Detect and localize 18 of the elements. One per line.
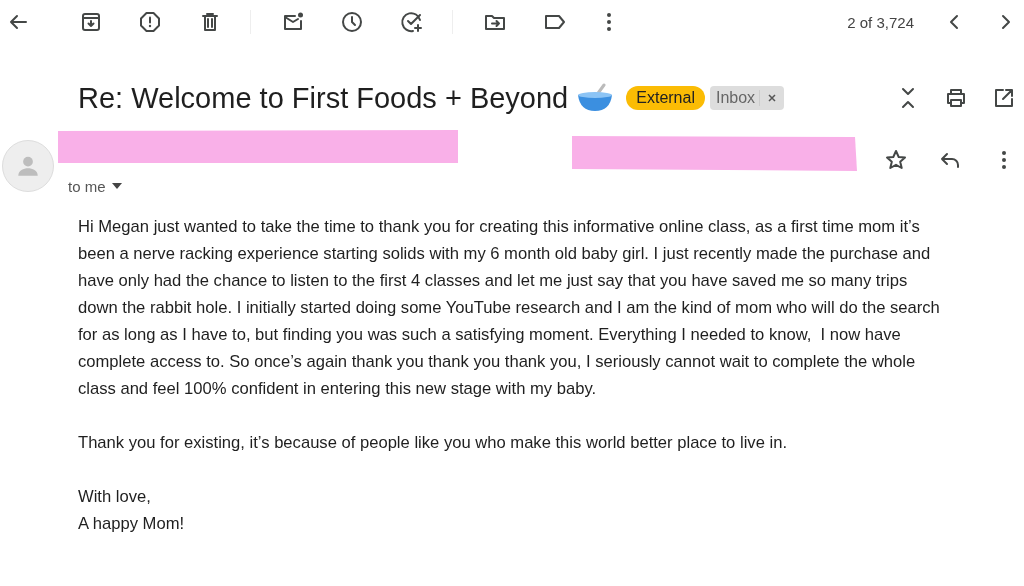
recipient-dropdown[interactable]: to me <box>68 177 122 195</box>
clock-icon[interactable] <box>340 10 364 34</box>
avatar-icon <box>2 140 54 192</box>
archive-icon[interactable] <box>79 10 103 34</box>
message-paragraph: With love, A happy Mom! <box>78 486 186 535</box>
add-task-icon[interactable] <box>400 10 424 34</box>
star-icon[interactable] <box>884 148 908 172</box>
message-paragraph: Hi Megan just wanted to take the time to thank you for creating this informative online class, as a first time mom it’s been a nerve racking experience starting solids with my 6 month old baby girl. I just recently made the purchase and have only had the chance to listen to the first 4 classes and let me just say that you have saved me so many trips down the rabbit hole. I initially started doing some YouTube research and I am the kind of mom who will do the search for as long as I have to, but finding you was such a satisfying moment. Everything I needed to know, I now have complete access to. So once’s again thank you thank you thank you, I seriously cannot wait to complete the whole class and feel 100% confident in entering this new stage with my baby. <box>78 216 941 400</box>
open-in-new-window-icon[interactable] <box>992 86 1016 110</box>
label-chip[interactable]: Inbox <box>709 86 785 110</box>
bowl-icon <box>576 83 615 113</box>
message-counter: 2 of 3,724 <box>847 13 914 31</box>
email-subject: Re: Welcome to First Foods + Beyond <box>78 81 569 115</box>
report-spam-icon[interactable] <box>138 10 162 34</box>
external-badge: External <box>626 86 705 110</box>
print-icon[interactable] <box>944 86 968 110</box>
message-paragraph: Thank you for existing, it’s because of people like you who make this world better place to live in. <box>78 432 788 454</box>
caret-icon[interactable] <box>111 183 122 189</box>
